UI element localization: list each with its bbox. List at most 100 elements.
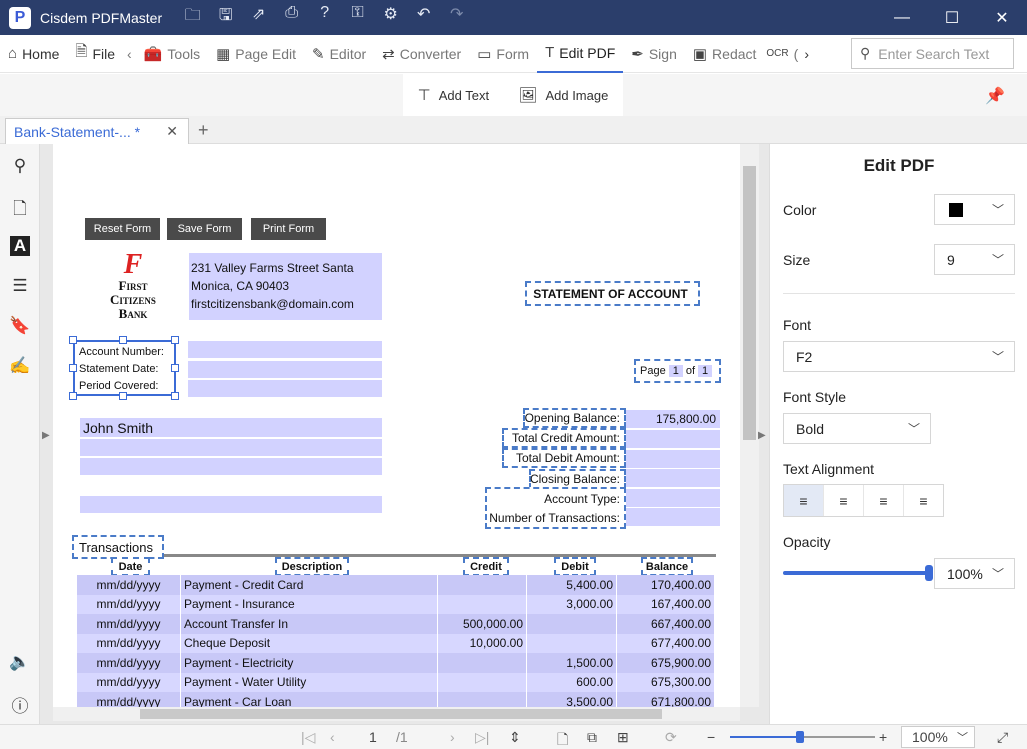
balance-cell[interactable]: 167,400.00 bbox=[617, 594, 715, 614]
date-header[interactable]: Date bbox=[111, 557, 150, 576]
page-edit-menu[interactable]: ▦ Page Edit bbox=[208, 35, 304, 73]
undo-icon[interactable]: ↶ bbox=[407, 4, 440, 31]
color-picker[interactable]: ﹀ bbox=[934, 194, 1015, 225]
balance-cell[interactable]: 677,400.00 bbox=[617, 633, 715, 653]
resize-handle[interactable] bbox=[171, 392, 179, 400]
resize-handle[interactable] bbox=[171, 336, 179, 344]
credit-cell[interactable] bbox=[438, 575, 527, 595]
description-cell[interactable]: Payment - Credit Card bbox=[181, 575, 438, 595]
customer-address-field[interactable] bbox=[80, 458, 382, 475]
total-debit-field[interactable] bbox=[626, 450, 720, 468]
add-tab-icon[interactable]: + bbox=[198, 120, 209, 141]
opacity-slider-thumb[interactable] bbox=[925, 565, 933, 581]
resize-handle[interactable] bbox=[69, 364, 77, 372]
total-credit-field[interactable] bbox=[626, 430, 720, 448]
collapse-left-icon[interactable]: ▶ bbox=[42, 430, 50, 441]
description-cell[interactable]: Payment - Car Loan bbox=[181, 692, 438, 707]
description-cell[interactable]: Cheque Deposit bbox=[181, 633, 438, 653]
next-page-icon[interactable]: › bbox=[450, 729, 455, 745]
first-page-icon[interactable]: |◁ bbox=[301, 729, 315, 746]
horizontal-scrollbar[interactable] bbox=[53, 707, 740, 721]
debit-cell[interactable]: 600.00 bbox=[527, 672, 617, 692]
opening-balance-value[interactable]: 175,800.00 bbox=[626, 410, 720, 428]
collapse-right-icon[interactable]: ▶ bbox=[758, 430, 766, 441]
zoom-out-icon[interactable]: − bbox=[707, 729, 715, 745]
description-header[interactable]: Description bbox=[275, 557, 349, 576]
period-covered-field[interactable] bbox=[188, 380, 382, 397]
minimize-button[interactable]: — bbox=[877, 0, 927, 35]
vertical-scrollbar[interactable] bbox=[740, 144, 759, 707]
print-form-button[interactable]: Print Form bbox=[251, 218, 326, 240]
sign-menu[interactable]: ✒ Sign bbox=[623, 35, 685, 73]
credit-cell[interactable]: 10,000.00 bbox=[438, 633, 527, 653]
scroll-thumb[interactable] bbox=[140, 709, 662, 719]
fit-page-icon[interactable]: ⇕ bbox=[509, 729, 521, 746]
account-type-field[interactable] bbox=[626, 489, 720, 507]
font-select[interactable]: F2 ﹀ bbox=[783, 341, 1015, 372]
search-input[interactable]: ⚲ Enter Search Text bbox=[851, 38, 1014, 69]
debit-cell[interactable]: 5,400.00 bbox=[527, 575, 617, 595]
last-page-icon[interactable]: ▷| bbox=[475, 729, 489, 746]
align-right-icon[interactable]: ≡ bbox=[864, 485, 904, 516]
resize-handle[interactable] bbox=[69, 392, 77, 400]
debit-cell[interactable]: 3,500.00 bbox=[527, 692, 617, 707]
statement-title[interactable]: STATEMENT OF ACCOUNT bbox=[525, 281, 700, 306]
opening-balance-label[interactable]: Opening Balance: bbox=[523, 408, 626, 428]
date-cell[interactable]: mm/dd/yyyy bbox=[77, 672, 181, 692]
info-icon[interactable]: ⓘ bbox=[8, 692, 32, 717]
page-info[interactable]: Page 1 of 1 bbox=[634, 359, 721, 383]
statement-date-field[interactable] bbox=[188, 361, 382, 378]
signature-icon[interactable]: ✍ bbox=[8, 356, 32, 376]
reset-form-button[interactable]: Reset Form bbox=[85, 218, 160, 240]
customer-address-field[interactable] bbox=[80, 439, 382, 456]
form-menu[interactable]: ▭ Form bbox=[469, 35, 537, 73]
credit-cell[interactable] bbox=[438, 653, 527, 673]
fullscreen-icon[interactable]: ⤢ bbox=[997, 729, 1008, 746]
save-icon[interactable]: 🖫 bbox=[209, 4, 242, 31]
speaker-icon[interactable]: 🔈 bbox=[8, 652, 32, 672]
account-type-box[interactable]: Account Type: Number of Transactions: bbox=[485, 487, 626, 529]
credit-cell[interactable] bbox=[438, 672, 527, 692]
account-labels-box[interactable]: Account Number: Statement Date: Period C… bbox=[73, 340, 176, 396]
share-icon[interactable]: ⇗ bbox=[242, 4, 275, 31]
page-number-input[interactable]: 1 bbox=[369, 729, 377, 745]
open-folder-icon[interactable]: 🗀 bbox=[176, 4, 209, 31]
closing-balance-field[interactable] bbox=[626, 469, 720, 487]
scroll-right-button[interactable]: › bbox=[800, 35, 813, 73]
date-cell[interactable]: mm/dd/yyyy bbox=[77, 653, 181, 673]
balance-header[interactable]: Balance bbox=[641, 557, 693, 576]
settings-icon[interactable]: ⚙ bbox=[374, 4, 407, 31]
opacity-select[interactable]: 100% ﹀ bbox=[934, 558, 1015, 589]
scroll-thumb[interactable] bbox=[743, 166, 756, 440]
align-center-icon[interactable]: ≡ bbox=[824, 485, 864, 516]
document-tab[interactable]: Bank-Statement-... * ✕ bbox=[5, 118, 189, 144]
opacity-slider[interactable] bbox=[783, 571, 931, 575]
page-thumbnail-icon[interactable]: 🗋 bbox=[8, 196, 32, 225]
size-select[interactable]: 9 ﹀ bbox=[934, 244, 1015, 275]
resize-handle[interactable] bbox=[119, 392, 127, 400]
description-cell[interactable]: Account Transfer In bbox=[181, 614, 438, 634]
bookmark-icon[interactable]: 🔖 bbox=[8, 316, 32, 336]
date-cell[interactable]: mm/dd/yyyy bbox=[77, 594, 181, 614]
list-icon[interactable]: ☰ bbox=[8, 276, 32, 296]
help-icon[interactable]: ? bbox=[308, 4, 341, 31]
edit-pdf-menu[interactable]: T Edit PDF bbox=[537, 35, 624, 73]
converter-menu[interactable]: ⇄ Converter bbox=[374, 35, 469, 73]
key-icon[interactable]: ⚿ bbox=[341, 4, 374, 31]
close-button[interactable]: ✕ bbox=[977, 0, 1027, 35]
balance-cell[interactable]: 675,900.00 bbox=[617, 653, 715, 673]
debit-cell[interactable]: 3,000.00 bbox=[527, 594, 617, 614]
scroll-mode-icon[interactable]: ⊞ bbox=[617, 729, 629, 746]
file-menu[interactable]: 🗎 File bbox=[67, 35, 123, 73]
close-tab-icon[interactable]: ✕ bbox=[166, 123, 178, 140]
redact-menu[interactable]: ▣ Redact bbox=[685, 35, 765, 73]
editor-menu[interactable]: ✎ Editor bbox=[304, 35, 374, 73]
date-cell[interactable]: mm/dd/yyyy bbox=[77, 614, 181, 634]
credit-header[interactable]: Credit bbox=[463, 557, 509, 576]
zoom-in-icon[interactable]: + bbox=[879, 729, 887, 745]
home-menu[interactable]: ⌂ Home bbox=[0, 35, 67, 73]
align-left-icon[interactable]: ≡ bbox=[784, 485, 824, 516]
redo-icon[interactable]: ↷ bbox=[440, 4, 473, 31]
single-page-icon[interactable]: 🗋 bbox=[557, 729, 568, 749]
transactions-title[interactable]: Transactions bbox=[72, 535, 164, 559]
